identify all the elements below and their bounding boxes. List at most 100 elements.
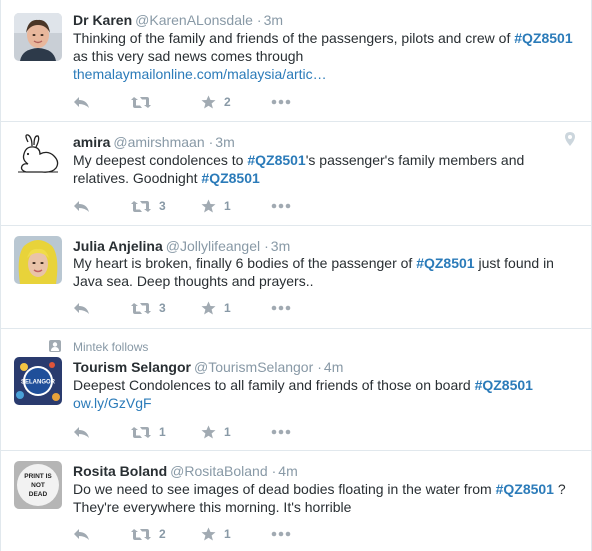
more-button[interactable] — [271, 305, 291, 311]
more-icon — [271, 531, 291, 537]
reply-icon — [74, 200, 89, 212]
reply-button[interactable] — [73, 426, 131, 439]
hashtag-link[interactable]: #QZ8501 — [496, 481, 554, 497]
tweet[interactable]: Mintek follows SELANGOR Tourism Selangor… — [1, 329, 591, 451]
url-link[interactable]: ow.ly/GzVgF — [73, 394, 575, 412]
avatar-text-line: NOT — [31, 482, 45, 489]
tweet-text: My heart is broken, finally 6 bodies of … — [73, 254, 575, 290]
avatar-text-line: DEAD — [29, 491, 48, 498]
avatar[interactable] — [14, 132, 62, 180]
tweet-timestamp[interactable]: 3m — [264, 12, 283, 28]
separator-dot: · — [256, 12, 262, 28]
favorite-button[interactable]: 1 — [201, 425, 271, 439]
tweet-text-segment: as this very sad news comes through — [73, 48, 304, 64]
follow-context-text[interactable]: Mintek follows — [73, 339, 148, 355]
more-button[interactable] — [271, 203, 291, 209]
retweet-count: 2 — [159, 527, 166, 541]
follow-context-icon — [49, 340, 61, 352]
reply-button[interactable] — [73, 302, 131, 315]
star-icon — [201, 199, 216, 213]
tweet-text-segment: Deepest Condolences to all family and fr… — [73, 377, 475, 393]
tweet-actions: 3 1 — [73, 197, 291, 215]
favorite-button[interactable]: 1 — [201, 527, 271, 541]
hashtag-link[interactable]: #QZ8501 — [514, 30, 572, 46]
tweet-timestamp[interactable]: 4m — [324, 359, 343, 375]
tweet-handle[interactable]: @KarenALonsdale — [135, 12, 253, 28]
tweet-text-segment: My heart is broken, finally 6 bodies of … — [73, 255, 417, 271]
avatar-photo — [14, 13, 62, 61]
tweet-timestamp[interactable]: 3m — [271, 238, 290, 254]
tweet[interactable]: amira @amirshmaan · 3m My deepest condolenc… — [1, 122, 591, 226]
reply-button[interactable] — [73, 96, 131, 109]
tweet-text-segment: Thinking of the family and friends of th… — [73, 30, 515, 46]
favorite-button[interactable]: 2 — [201, 95, 271, 109]
tweet-text: My deepest condolences to #QZ8501's pass… — [73, 151, 575, 187]
more-button[interactable] — [271, 429, 291, 435]
avatar-text-line: PRINT IS — [24, 473, 52, 480]
retweet-icon — [131, 528, 151, 540]
separator-dot: · — [208, 134, 214, 150]
tweet-handle[interactable]: @amirshmaan — [113, 134, 204, 150]
tweet-text-segment: My deepest condolences to — [73, 152, 248, 168]
reply-icon — [74, 96, 89, 108]
url-link[interactable]: themalaymailonline.com/malaysia/artic… — [73, 65, 575, 83]
favorite-button[interactable]: 1 — [201, 199, 271, 213]
tweet-text: Thinking of the family and friends of th… — [73, 29, 575, 83]
tweet-actions: 2 1 — [73, 525, 291, 543]
tweet-handle[interactable]: @RositaBoland — [170, 463, 268, 479]
tweet-fullname[interactable]: Tourism Selangor — [73, 359, 191, 375]
avatar-logo-text: SELANGOR — [21, 380, 56, 386]
more-icon — [271, 429, 291, 435]
tweet-fullname[interactable]: Dr Karen — [73, 12, 132, 28]
reply-icon — [74, 302, 89, 314]
retweet-count: 1 — [159, 425, 166, 439]
tweet-handle[interactable]: @TourismSelangor — [194, 359, 313, 375]
favorite-count: 2 — [224, 95, 231, 109]
separator-dot: · — [317, 359, 322, 375]
tweet-timestamp[interactable]: 3m — [215, 134, 234, 150]
avatar[interactable] — [14, 236, 62, 284]
hashtag-link[interactable]: #QZ8501 — [201, 170, 259, 186]
tweet[interactable]: Julia Anjelina @Jollylifeangel · 3m My hear… — [1, 226, 591, 329]
retweet-count: 3 — [159, 199, 166, 213]
tweet-actions: 3 1 — [73, 299, 291, 317]
tweet[interactable]: PRINT IS NOT DEAD Rosita Boland @RositaBo… — [1, 451, 591, 551]
retweet-button[interactable]: 3 — [131, 301, 201, 315]
hashtag-link[interactable]: #QZ8501 — [247, 152, 305, 168]
retweet-button[interactable]: 3 — [131, 199, 201, 213]
reply-button[interactable] — [73, 200, 131, 213]
favorite-count: 1 — [224, 527, 231, 541]
tweet-text: Deepest Condolences to all family and fr… — [73, 376, 575, 412]
avatar[interactable] — [14, 13, 62, 61]
selangor-logo-icon: SELANGOR — [14, 357, 62, 405]
avatar-photo — [14, 236, 62, 284]
hashtag-link[interactable]: #QZ8501 — [416, 255, 474, 271]
tweet-timestamp[interactable]: 4m — [278, 463, 297, 479]
retweet-button[interactable]: 2 — [131, 527, 201, 541]
hashtag-link[interactable]: #QZ8501 — [475, 377, 533, 393]
retweet-button[interactable]: 1 — [131, 425, 201, 439]
avatar[interactable]: PRINT IS NOT DEAD — [14, 461, 62, 509]
favorite-count: 1 — [224, 301, 231, 315]
tweet-fullname[interactable]: amira — [73, 134, 110, 150]
more-button[interactable] — [271, 99, 291, 105]
tweet-text-segment: Do we need to see images of dead bodies … — [73, 481, 496, 497]
star-icon — [201, 301, 216, 315]
tweet-fullname[interactable]: Julia Anjelina — [73, 238, 163, 254]
star-icon — [201, 527, 216, 541]
retweet-count: 3 — [159, 301, 166, 315]
retweet-icon — [131, 96, 151, 108]
timeline: Dr Karen @KarenALonsdale · 3m Thinking of t… — [0, 0, 592, 551]
tweet-handle[interactable]: @Jollylifeangel — [166, 238, 260, 254]
favorite-count: 1 — [224, 199, 231, 213]
reply-icon — [74, 528, 89, 540]
retweet-icon — [131, 200, 151, 212]
more-button[interactable] — [271, 531, 291, 537]
tweet-fullname[interactable]: Rosita Boland — [73, 463, 167, 479]
print-is-not-dead-icon: PRINT IS NOT DEAD — [14, 461, 62, 509]
reply-button[interactable] — [73, 528, 131, 541]
favorite-button[interactable]: 1 — [201, 301, 271, 315]
tweet[interactable]: Dr Karen @KarenALonsdale · 3m Thinking of t… — [1, 0, 591, 122]
retweet-button[interactable] — [131, 96, 201, 109]
avatar[interactable]: SELANGOR — [14, 357, 62, 405]
